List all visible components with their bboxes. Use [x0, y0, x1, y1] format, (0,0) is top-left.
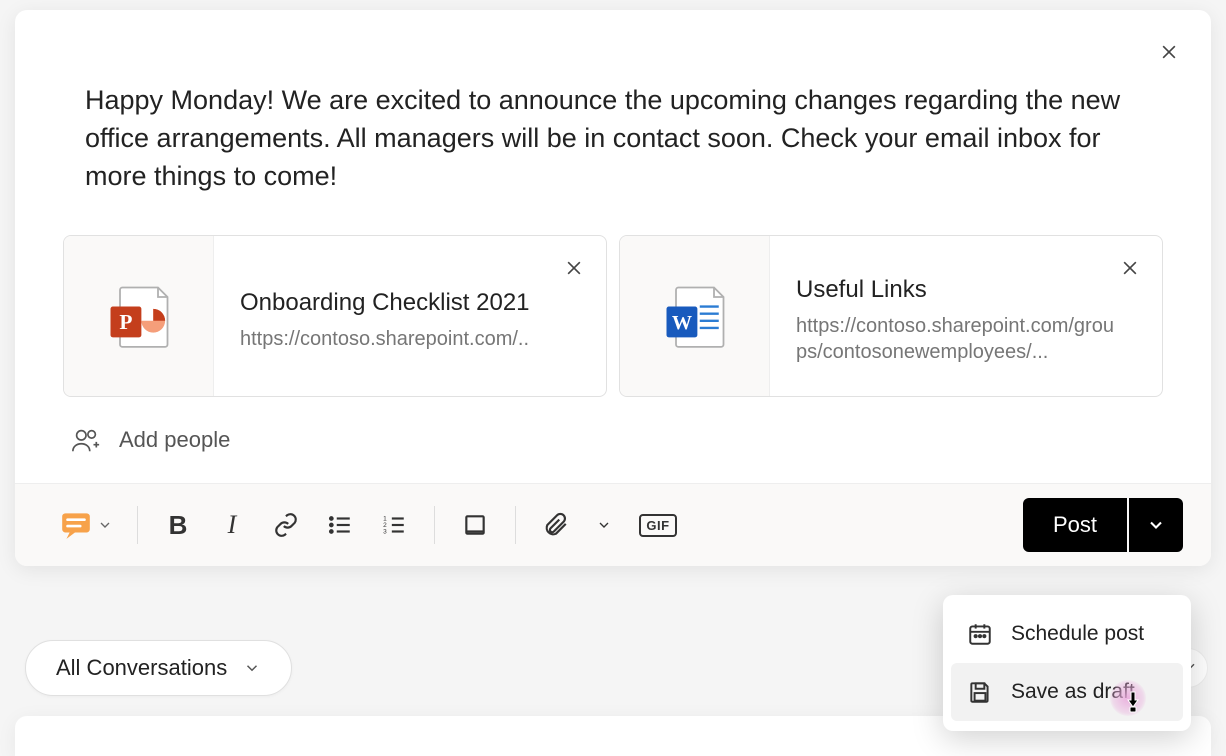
toolbar-divider [515, 506, 516, 544]
add-people-button[interactable]: Add people [15, 397, 1211, 483]
schedule-post-item[interactable]: Schedule post [951, 605, 1183, 663]
post-dropdown-button[interactable] [1129, 498, 1183, 552]
formatting-toolbar: B I 123 GIF Post [15, 483, 1211, 566]
topic-button[interactable] [451, 501, 499, 549]
attachment-title: Onboarding Checklist 2021 [240, 287, 558, 318]
post-dropdown-menu: Schedule post Save as draft [943, 595, 1191, 731]
link-button[interactable] [262, 501, 310, 549]
conversation-filter-dropdown[interactable]: All Conversations [25, 640, 292, 696]
toolbar-divider [434, 506, 435, 544]
menu-item-label: Save as draft [1011, 680, 1135, 704]
post-button[interactable]: Post [1023, 498, 1127, 552]
close-button[interactable] [1155, 38, 1183, 66]
attachment-title: Useful Links [796, 274, 1114, 305]
toolbar-divider [137, 506, 138, 544]
save-draft-item[interactable]: Save as draft [951, 663, 1183, 721]
bold-button[interactable]: B [154, 501, 202, 549]
attachment-url: https://contoso.sharepoint.com/groups/co… [796, 313, 1114, 365]
gif-button[interactable]: GIF [634, 501, 682, 549]
svg-text:3: 3 [383, 529, 387, 536]
attachment-info: Onboarding Checklist 2021 https://contos… [214, 236, 606, 396]
attachments-row: P Onboarding Checklist 2021 https://cont… [15, 195, 1211, 397]
powerpoint-icon: P [64, 236, 214, 396]
remove-attachment-button[interactable] [1116, 254, 1144, 282]
menu-item-label: Schedule post [1011, 622, 1144, 646]
word-icon: W [620, 236, 770, 396]
compose-card: Happy Monday! We are excited to announce… [15, 10, 1211, 566]
svg-text:P: P [119, 310, 132, 334]
attachment-card[interactable]: P Onboarding Checklist 2021 https://cont… [63, 235, 607, 397]
add-people-label: Add people [119, 427, 230, 453]
attachment-info: Useful Links https://contoso.sharepoint.… [770, 236, 1162, 396]
svg-text:W: W [671, 312, 691, 334]
attach-dropdown[interactable] [580, 501, 628, 549]
attach-button[interactable] [532, 501, 580, 549]
post-type-dropdown[interactable] [43, 508, 121, 542]
attachment-url: https://contoso.sharepoint.com/.. [240, 326, 558, 352]
remove-attachment-button[interactable] [560, 254, 588, 282]
attachment-card[interactable]: W Useful Links https://contoso.sharepoin… [619, 235, 1163, 397]
filter-label: All Conversations [56, 655, 227, 681]
message-body[interactable]: Happy Monday! We are excited to announce… [15, 10, 1211, 195]
italic-button[interactable]: I [208, 501, 256, 549]
post-button-group: Post [1023, 498, 1183, 552]
bullet-list-button[interactable] [316, 501, 364, 549]
numbered-list-button[interactable]: 123 [370, 501, 418, 549]
